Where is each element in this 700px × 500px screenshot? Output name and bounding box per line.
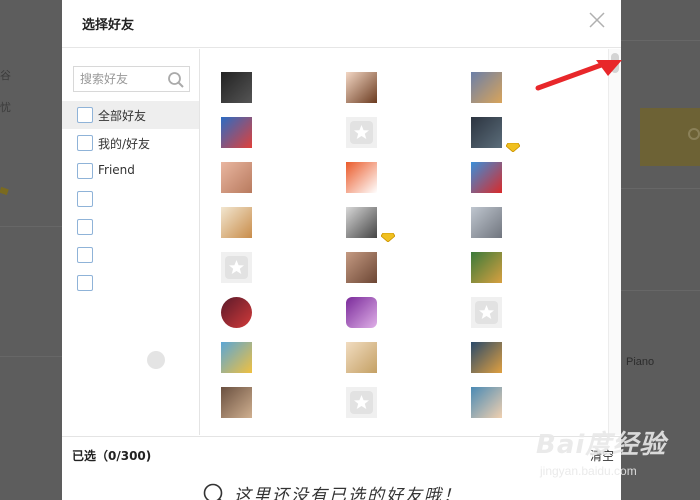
gear-icon — [688, 128, 700, 140]
group-label: Friend — [98, 163, 135, 177]
group-checkbox[interactable] — [77, 191, 93, 207]
background-divider — [0, 356, 62, 357]
man-portrait-avatar[interactable] — [221, 387, 252, 418]
background-divider — [621, 188, 700, 189]
group-checkbox[interactable] — [77, 135, 93, 151]
red-bird-avatar[interactable] — [471, 162, 502, 193]
cartoon-boy-blue-avatar[interactable] — [221, 342, 252, 373]
watermark-brand: Bai度经验 — [536, 430, 667, 460]
baidu-watermark: Bai度经验 jingyan.baidu.com — [520, 420, 690, 488]
dialog-header: 选择好友 — [62, 0, 621, 48]
group-list: 全部好友 我的/好友 Friend — [62, 101, 199, 297]
search-input[interactable] — [74, 67, 164, 91]
group-label: 全部好友 — [98, 109, 147, 123]
red-arrow-icon — [535, 60, 622, 91]
group-item-all-friends[interactable]: 全部好友 — [62, 101, 199, 129]
background-left-text: 谷忧 — [0, 69, 11, 114]
vip-crown-icon — [380, 227, 396, 243]
watermark-url: jingyan.baidu.com — [540, 464, 637, 478]
hanging-doll-avatar[interactable] — [221, 207, 252, 238]
empty-selection-text: 这里还没有已选的好友哦！ — [234, 486, 462, 500]
dark-car-avatar[interactable] — [221, 72, 252, 103]
group-sidebar: 全部好友 我的/好友 Friend — [62, 49, 200, 435]
group-checkbox[interactable] — [77, 247, 93, 263]
long-hair-girl-avatar[interactable] — [346, 252, 377, 283]
group-label: 我的/好友 — [98, 137, 151, 151]
sunglasses-man-avatar[interactable] — [346, 207, 377, 238]
background-left-panel: 谷忧 — [0, 0, 62, 500]
search-icon[interactable] — [167, 71, 185, 89]
selected-count: 已选（0/300) — [72, 449, 152, 463]
group-checkbox[interactable] — [77, 275, 93, 291]
background-divider — [621, 290, 700, 291]
background-gem-icon — [0, 186, 9, 196]
close-icon[interactable] — [587, 10, 607, 30]
default-star-avatar[interactable] — [471, 297, 502, 328]
group-item-unnamed[interactable] — [62, 269, 199, 297]
friend-search-box — [73, 66, 190, 92]
vip-diamond-icon — [505, 137, 521, 153]
cartoon-boy-avatar[interactable] — [346, 72, 377, 103]
group-checkbox[interactable] — [77, 107, 93, 123]
discount-tag-avatar[interactable] — [346, 162, 377, 193]
colorful-logo-avatar[interactable] — [221, 117, 252, 148]
group-item-unnamed[interactable] — [62, 213, 199, 241]
sunset-avatar[interactable] — [471, 342, 502, 373]
default-star-avatar[interactable] — [346, 117, 377, 148]
background-divider — [621, 40, 700, 41]
friend-avatar-grid — [201, 49, 608, 435]
game-character-avatar[interactable] — [471, 252, 502, 283]
group-item-unnamed[interactable] — [62, 241, 199, 269]
anime-character-avatar[interactable] — [471, 72, 502, 103]
cartoon-hand-avatar[interactable] — [221, 162, 252, 193]
cartoon-man-avatar[interactable] — [471, 387, 502, 418]
default-star-avatar[interactable] — [221, 252, 252, 283]
blonde-anime-avatar[interactable] — [346, 342, 377, 373]
group-checkbox[interactable] — [77, 163, 93, 179]
red-anime-avatar[interactable] — [221, 297, 252, 328]
scrollbar[interactable] — [608, 49, 621, 435]
purple-cartoon-avatar[interactable] — [346, 297, 377, 328]
background-piano-text: Piano — [626, 356, 655, 368]
search-icon — [203, 483, 223, 500]
loading-dot — [147, 351, 165, 369]
default-star-avatar[interactable] — [346, 387, 377, 418]
sketch-girl-avatar[interactable] — [471, 207, 502, 238]
group-item-friend[interactable]: Friend — [62, 157, 199, 185]
dialog-title: 选择好友 — [82, 18, 135, 33]
background-divider — [0, 226, 62, 227]
group-checkbox[interactable] — [77, 219, 93, 235]
group-item-unnamed[interactable] — [62, 185, 199, 213]
dark-landscape-avatar[interactable] — [471, 117, 502, 148]
group-item-my-friends[interactable]: 我的/好友 — [62, 129, 199, 157]
empty-selection-message: 这里还没有已选的好友哦！ — [202, 481, 462, 500]
